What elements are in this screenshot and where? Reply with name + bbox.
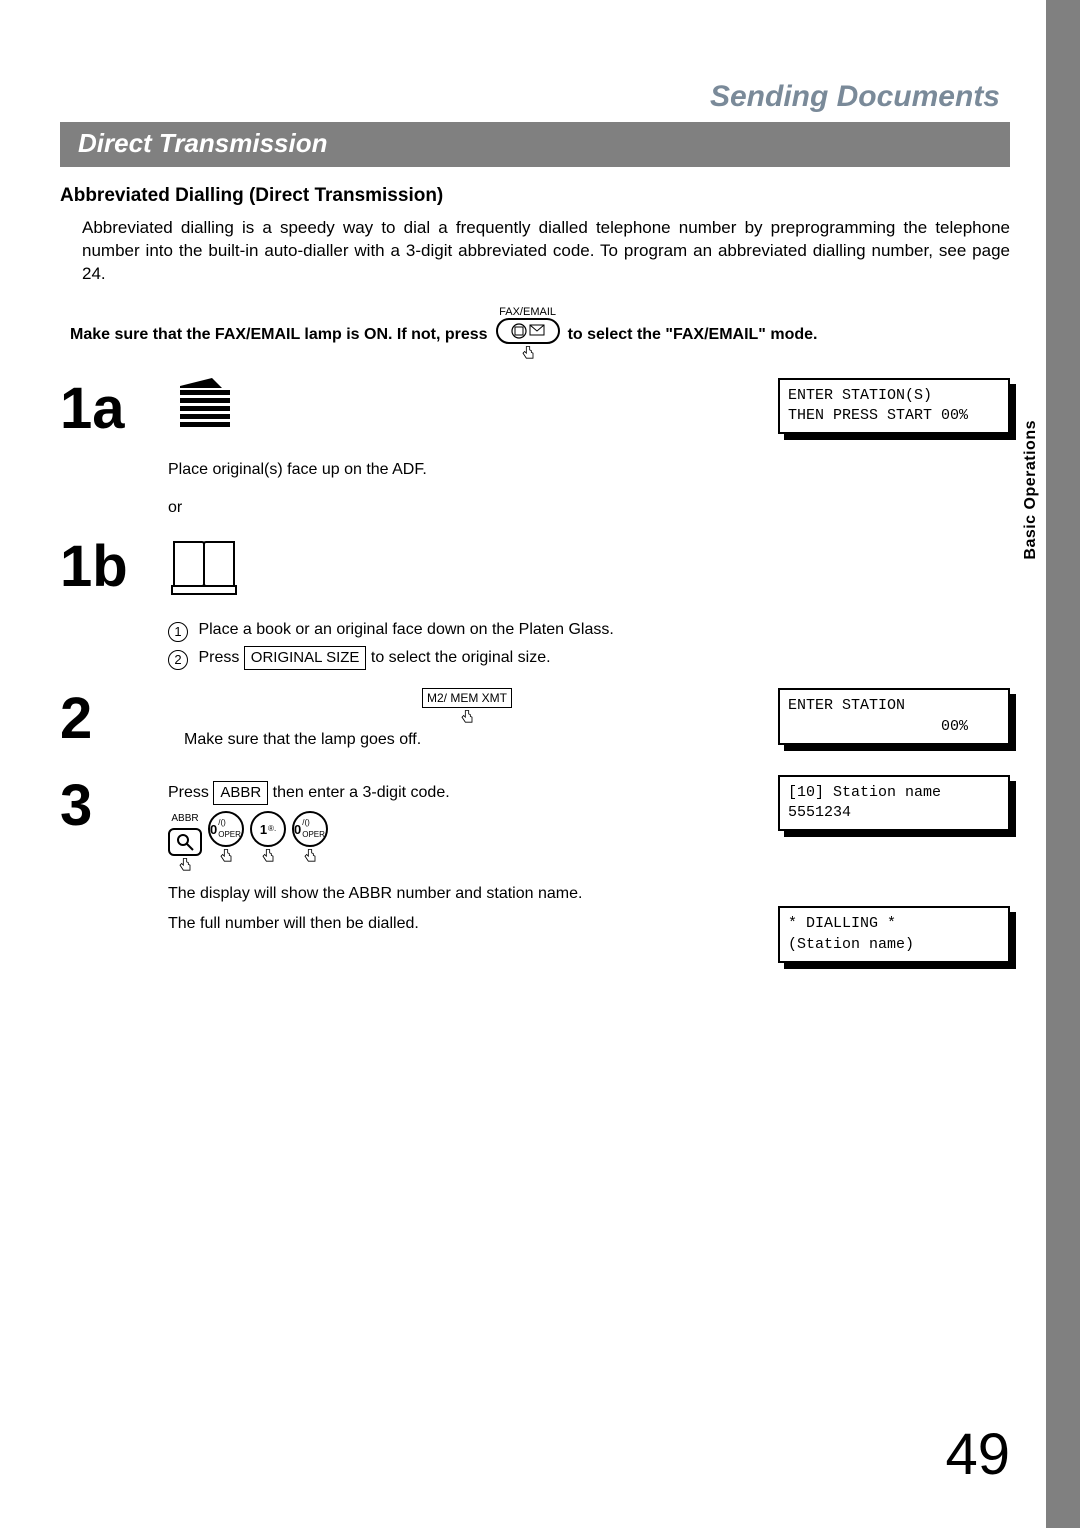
step-1b: 1b 1 Place a book or an original face do… bbox=[60, 536, 1010, 675]
lcd-text-3b: * DIALLING * (Station name) bbox=[778, 906, 1010, 963]
key-1-digit: 1 bbox=[260, 820, 267, 840]
lcd-display-1a: ENTER STATION(S) THEN PRESS START 00% bbox=[778, 378, 1010, 435]
lcd-text-3a: [10] Station name 5551234 bbox=[778, 775, 1010, 832]
lcd-display-2: ENTER STATION 00% bbox=[778, 688, 1010, 745]
step-1a-caption: Place original(s) face up on the ADF. bbox=[168, 458, 1010, 482]
mode-instruction: Make sure that the FAX/EMAIL lamp is ON.… bbox=[70, 306, 1010, 364]
abbr-button-label: ABBR bbox=[213, 781, 268, 806]
key-0a-digit: 0 bbox=[210, 820, 217, 840]
key-0a-sup: /() OPER bbox=[218, 817, 242, 841]
mem-xmt-label: M2/ MEM XMT bbox=[422, 688, 512, 708]
step-number-2: 2 bbox=[60, 688, 168, 748]
platen-glass-book-icon bbox=[168, 536, 240, 606]
press-finger-icon bbox=[456, 708, 478, 728]
abbr-key: ABBR bbox=[168, 811, 202, 876]
section-title-bar: Direct Transmission bbox=[60, 122, 1010, 167]
step-1b-sub2: 2 Press ORIGINAL SIZE to select the orig… bbox=[168, 646, 1010, 671]
lcd-text-2: ENTER STATION 00% bbox=[778, 688, 1010, 745]
fax-email-small-label: FAX/EMAIL bbox=[499, 306, 556, 318]
step-2-text: Make sure that the lamp goes off. bbox=[184, 731, 421, 748]
lcd-display-3b: * DIALLING * (Station name) bbox=[778, 906, 1010, 963]
key-1: 1®. bbox=[250, 811, 286, 867]
chapter-title: Sending Documents bbox=[60, 80, 1000, 114]
intro-paragraph: Abbreviated dialling is a speedy way to … bbox=[82, 217, 1010, 286]
step-number-1a: 1a bbox=[60, 378, 168, 438]
press-finger-icon bbox=[299, 847, 321, 867]
adf-icon bbox=[168, 378, 248, 448]
abbr-key-label: ABBR bbox=[171, 811, 198, 826]
step-number-1b: 1b bbox=[60, 536, 168, 596]
step-3-text-a: Press bbox=[168, 784, 213, 801]
subheading: Abbreviated Dialling (Direct Transmissio… bbox=[60, 185, 1010, 207]
or-label: or bbox=[168, 496, 1010, 520]
key-0a: 0/() OPER bbox=[208, 811, 244, 867]
step-3: 3 [10] Station name 5551234 Press ABBR t… bbox=[60, 775, 1010, 975]
circled-2-icon: 2 bbox=[168, 650, 188, 670]
step-1b-sub2-text-a: Press bbox=[198, 649, 243, 666]
page-number: 49 bbox=[945, 1421, 1010, 1488]
step-3-text-b: then enter a 3-digit code. bbox=[273, 784, 450, 801]
step-3-para3: The full number will then be dialled. bbox=[168, 912, 598, 936]
press-finger-icon bbox=[215, 847, 237, 867]
lcd-text-1a: ENTER STATION(S) THEN PRESS START 00% bbox=[778, 378, 1010, 435]
mode-text-after: to select the "FAX/EMAIL" mode. bbox=[568, 326, 818, 344]
step-2: 2 ENTER STATION 00% M2/ MEM XMT Make sur… bbox=[60, 688, 1010, 757]
step-1b-sub1-text: Place a book or an original face down on… bbox=[198, 621, 613, 638]
lcd-display-3a: [10] Station name 5551234 bbox=[778, 775, 1010, 832]
press-finger-icon bbox=[517, 344, 539, 364]
abbr-zoom-icon bbox=[168, 828, 202, 856]
mem-xmt-key: M2/ MEM XMT bbox=[168, 688, 766, 728]
original-size-button: ORIGINAL SIZE bbox=[244, 646, 367, 671]
key-0b: 0/() OPER bbox=[292, 811, 328, 867]
fax-email-button-icon bbox=[496, 318, 560, 344]
circled-1-icon: 1 bbox=[168, 622, 188, 642]
mode-text-before: Make sure that the FAX/EMAIL lamp is ON.… bbox=[70, 326, 488, 344]
key-0b-sup: /() OPER bbox=[302, 817, 326, 841]
press-finger-icon bbox=[257, 847, 279, 867]
step-1a: 1a ENTER STATION(S) THEN PRESS START 00% bbox=[60, 378, 1010, 528]
press-finger-icon bbox=[174, 856, 196, 876]
step-1b-sub1: 1 Place a book or an original face down … bbox=[168, 618, 1010, 642]
step-1b-sub2-text-b: to select the original size. bbox=[371, 649, 551, 666]
keypad-sequence: ABBR 0/() OPER 1®. bbox=[168, 811, 766, 876]
step-3-para2: The display will show the ABBR number an… bbox=[168, 882, 598, 906]
key-1-sup: ®. bbox=[268, 823, 276, 835]
key-0b-digit: 0 bbox=[294, 820, 301, 840]
step-number-3: 3 bbox=[60, 775, 168, 835]
